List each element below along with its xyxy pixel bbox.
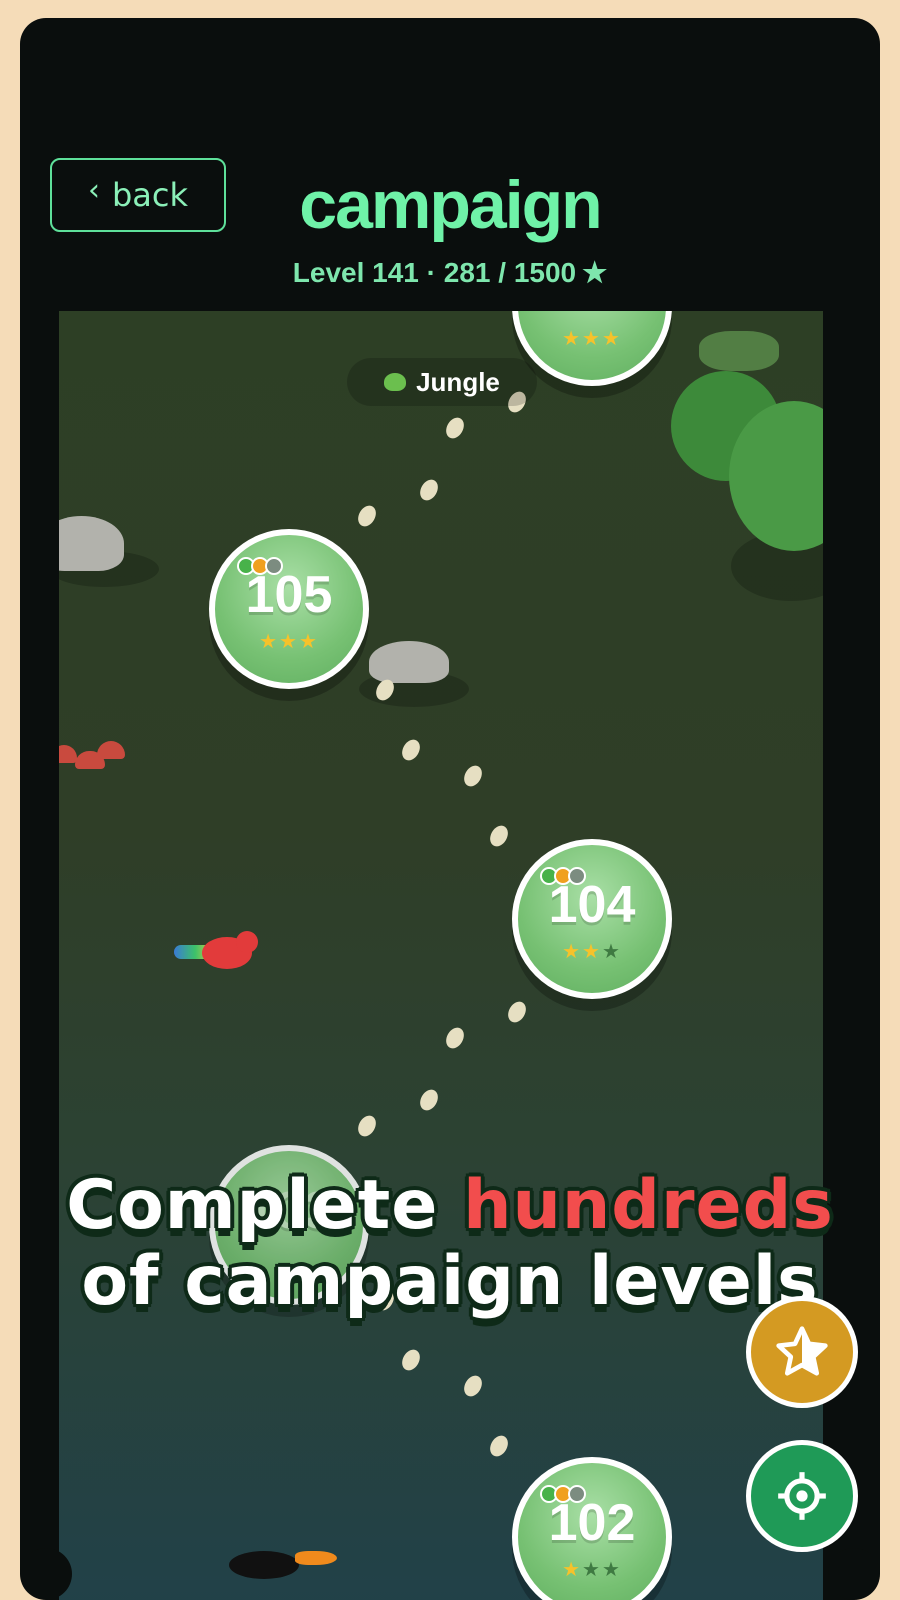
level-stars: ★★★ [562, 326, 622, 350]
path-dot [354, 502, 380, 530]
promo-line-2: of campaign levels [81, 1242, 819, 1321]
path-dot [354, 1112, 380, 1140]
frame-corner [828, 1548, 880, 1600]
frame-corner [20, 1548, 72, 1600]
page-title: campaign [299, 167, 602, 243]
path-dot [398, 736, 424, 764]
star-half-icon [776, 1326, 828, 1376]
level-stars: ★★★ [259, 629, 319, 653]
level-node-102[interactable]: 102 ★★★ [512, 1457, 672, 1600]
parrot-icon [174, 929, 264, 975]
level-node-105[interactable]: 105 ★★★ [209, 529, 369, 689]
promo-banner: Complete hundreds of campaign levels [20, 1168, 880, 1320]
path-dot [416, 1086, 442, 1114]
path-dot [460, 1372, 486, 1400]
level-stars: ★★★ [562, 939, 622, 963]
campaign-progress-text: Level 141 · 281 / 1500 [292, 257, 577, 288]
star-filter-button[interactable] [746, 1296, 858, 1408]
path-dot [442, 1024, 468, 1052]
crocodile-icon [699, 331, 779, 371]
frog-icon [384, 373, 407, 391]
rock-decoration [369, 641, 449, 683]
level-node-104[interactable]: 104 ★★★ [512, 839, 672, 999]
campaign-progress: Level 141 · 281 / 1500 ★ [20, 256, 880, 289]
app-frame: ‹ back campaign Level 141 · 281 / 1500★ [20, 18, 880, 1600]
promo-line-1: Complete hundreds [66, 1166, 834, 1245]
campaign-map[interactable]: Jungle ★★★ 105 ★★★ 104 ★★★ 103 102 ★★★ [59, 311, 823, 1600]
region-label: Jungle [347, 358, 537, 406]
path-dot [486, 1432, 512, 1460]
toucan-icon [219, 1541, 339, 1581]
level-stars: ★★★ [562, 1557, 622, 1581]
path-dot [486, 822, 512, 850]
rock-decoration [59, 516, 124, 571]
locate-current-level-button[interactable] [746, 1440, 858, 1552]
level-number: 102 [548, 1494, 636, 1552]
promo-highlight: hundreds [463, 1166, 834, 1245]
level-number: 104 [548, 876, 636, 934]
path-dot [504, 998, 530, 1026]
path-dot [442, 414, 468, 442]
mushroom-icon [59, 741, 131, 777]
level-number: 105 [245, 566, 333, 624]
path-dot [460, 762, 486, 790]
path-dot [416, 476, 442, 504]
crosshair-icon [778, 1472, 826, 1520]
path-dot [398, 1346, 424, 1374]
star-icon: ★ [582, 257, 608, 288]
region-name: Jungle [416, 366, 500, 397]
